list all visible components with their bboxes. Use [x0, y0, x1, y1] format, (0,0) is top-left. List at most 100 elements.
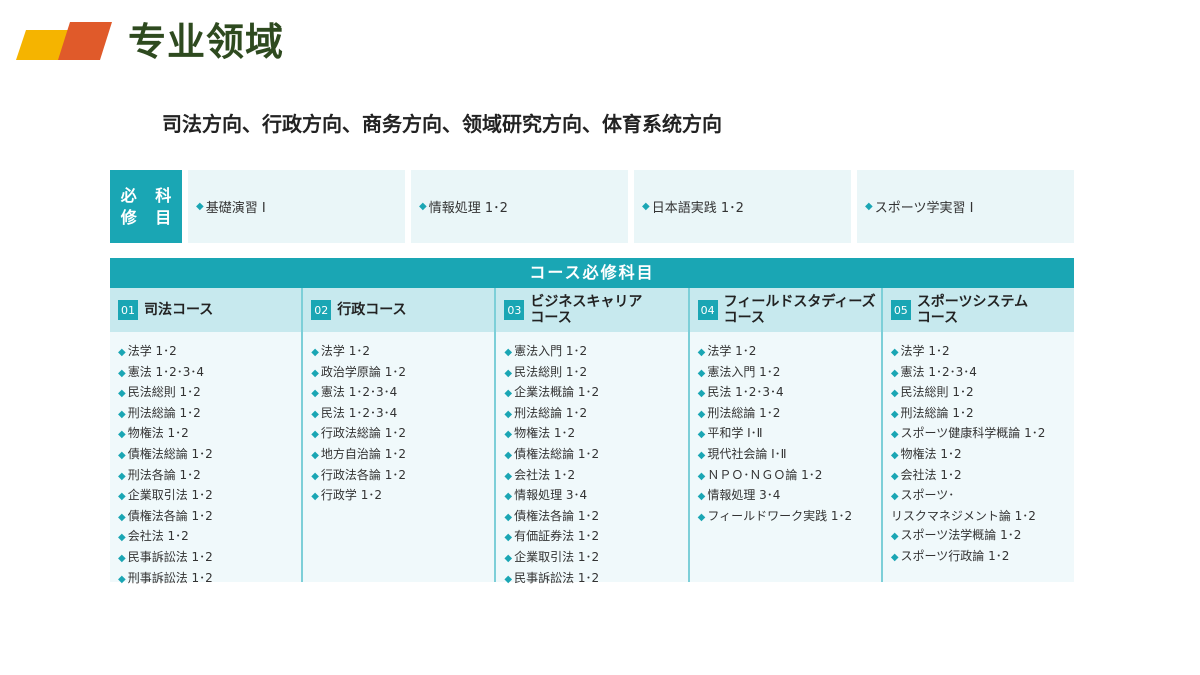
course-column-header: 02 行政コース — [303, 288, 495, 332]
subject-label: フィールドワーク実践 1･2 — [707, 508, 853, 523]
page-title: 专业领域 — [128, 19, 285, 64]
subject-label: ＮＰＯ･ＮＧＯ論 1･2 — [707, 467, 823, 482]
list-item: ◆ 物権法 1･2 — [891, 445, 1074, 466]
list-item: ◆ 企業取引法 1･2 — [118, 486, 301, 507]
list-item: ◆ 憲法 1･2･3･4 — [311, 383, 494, 404]
list-item: ◆ 民法総則 1･2 — [118, 383, 301, 404]
subject-label: スポーツ･ — [900, 488, 955, 503]
list-item: ◆ 債権法総論 1･2 — [504, 445, 687, 466]
subject-label: 民法総則 1･2 — [900, 385, 974, 400]
bullet-icon: ◆ — [504, 429, 513, 441]
list-item: ◆ 憲法 1･2･3･4 — [891, 363, 1074, 384]
subject-label: 物権法 1･2 — [900, 446, 962, 461]
list-item: リスクマネジメント論 1･2 — [891, 507, 1074, 527]
subject-label: 債権法総論 1･2 — [127, 446, 213, 461]
required-label-line1: 必修 — [120, 185, 140, 227]
bullet-icon: ◆ — [504, 491, 513, 503]
course-title: スポーツシステム コース — [916, 294, 1029, 326]
subject-label: スポーツ健康科学概論 1･2 — [900, 426, 1046, 441]
list-item: ◆ スポーツ･ — [891, 486, 1074, 507]
course-number-badge: 02 — [311, 300, 332, 320]
bullet-icon: ◆ — [118, 511, 126, 523]
list-item: ◆ 刑法総論 1･2 — [118, 404, 301, 425]
bullet-icon: ◆ — [504, 367, 513, 379]
logo-icon — [16, 22, 112, 60]
required-item-label: 日本語実践 1･2 — [651, 201, 744, 216]
list-item: ◆ 現代社会論 Ⅰ･Ⅱ — [698, 445, 881, 466]
bullet-icon: ◆ — [504, 552, 513, 564]
bullet-icon: ◆ — [697, 491, 706, 503]
list-item: ◆ 情報処理 3･4 — [698, 486, 881, 507]
subject-label: 民事訴訟法 1･2 — [127, 549, 213, 564]
required-item: ◆ 日本語実践 1･2 — [634, 170, 851, 243]
list-item: ◆ 民法総則 1･2 — [504, 363, 687, 384]
course-column-header: 03 ビジネスキャリア コース — [496, 288, 688, 332]
subject-label: 会社法 1･2 — [127, 529, 189, 544]
bullet-icon: ◆ — [118, 491, 126, 503]
list-item: ◆ 憲法 1･2･3･4 — [118, 363, 301, 384]
required-label-line2: 科目 — [155, 185, 175, 227]
list-item: ◆ 民法 1･2･3･4 — [698, 383, 881, 404]
course-number-badge: 03 — [504, 300, 525, 320]
required-item-label: 情報処理 1･2 — [428, 201, 508, 216]
list-item: ◆ 民事訴訟法 1･2 — [504, 569, 687, 590]
bullet-icon: ◆ — [890, 408, 899, 420]
bullet-icon: ◆ — [196, 201, 204, 212]
list-item: ◆ 民法 1･2･3･4 — [311, 404, 494, 425]
subject-label: 物権法 1･2 — [514, 426, 576, 441]
list-item: ◆ 法学 1･2 — [311, 342, 494, 363]
bullet-icon: ◆ — [890, 531, 899, 543]
subject-label: 刑法各論 1･2 — [127, 467, 201, 482]
bullet-icon: ◆ — [697, 429, 706, 441]
course-column: 02 行政コース ◆ 法学 1･2 ◆ 政治学原論 1･2 ◆ 憲法 1･2･3･4 ◆ 民法 1… — [303, 288, 497, 582]
bullet-icon: ◆ — [890, 449, 899, 461]
list-item: ◆ 平和学 Ⅰ･Ⅱ — [698, 424, 881, 445]
subject-label: 民法 1･2･3･4 — [707, 385, 784, 400]
bullet-icon: ◆ — [890, 347, 899, 358]
list-item: ◆ 政治学原論 1･2 — [311, 363, 494, 384]
subject-label: 法学 1･2 — [127, 344, 177, 358]
subject-label: 情報処理 3･4 — [514, 488, 588, 503]
subject-label: 刑法総論 1･2 — [900, 405, 974, 420]
list-item: ◆ 刑事訴訟法 1･2 — [118, 569, 301, 590]
list-item: ◆ 地方自治論 1･2 — [311, 445, 494, 466]
subject-label: リスクマネジメント論 1･2 — [890, 508, 1036, 523]
required-label: 必修 科目 — [110, 170, 182, 243]
bullet-icon: ◆ — [890, 551, 899, 563]
required-item-label: 基礎演習 Ⅰ — [205, 201, 266, 216]
bullet-icon: ◆ — [697, 408, 706, 420]
list-item: ◆ 会社法 1･2 — [504, 466, 687, 487]
bullet-icon: ◆ — [311, 367, 319, 379]
course-column: 04 フィールドスタディーズ コース ◆ 法学 1･2 ◆ 憲法入門 1･2 ◆ 民法 1･2… — [689, 288, 883, 582]
course-column-header: 05 スポーツシステム コース — [882, 288, 1075, 332]
required-subjects-row: 必修 科目 ◆ 基礎演習 Ⅰ ◆ 情報処理 1･2 ◆ 日本語実践 1･2 ◆ スポーツ… — [110, 170, 1074, 243]
list-item: ◆ 刑法総論 1･2 — [504, 404, 687, 425]
bullet-icon: ◆ — [311, 491, 319, 503]
subject-label: 企業取引法 1･2 — [127, 488, 213, 503]
subject-label: 企業法概論 1･2 — [514, 385, 600, 400]
list-item: ◆ 企業法概論 1･2 — [504, 383, 687, 404]
subject-label: 法学 1･2 — [707, 344, 757, 358]
list-item: ◆ 情報処理 3･4 — [504, 486, 687, 507]
list-item: ◆ 法学 1･2 — [891, 342, 1074, 363]
subject-label: 民事訴訟法 1･2 — [514, 570, 600, 585]
course-subject-list: ◆ 法学 1･2 ◆ 憲法 1･2･3･4 ◆ 民法総則 1･2 ◆ 刑法総論 1･2 ◆ スポー… — [883, 332, 1074, 568]
list-item: ◆ 刑法総論 1･2 — [891, 404, 1074, 425]
bullet-icon: ◆ — [504, 388, 513, 400]
list-item: ◆ 企業取引法 1･2 — [504, 548, 687, 569]
required-item-label: スポーツ学実習 Ⅰ — [874, 201, 974, 216]
subject-label: 憲法入門 1･2 — [707, 364, 781, 379]
subject-label: 平和学 Ⅰ･Ⅱ — [707, 426, 763, 441]
subject-label: 刑法総論 1･2 — [707, 405, 781, 420]
subject-label: 現代社会論 Ⅰ･Ⅱ — [707, 446, 787, 461]
bullet-icon: ◆ — [118, 470, 126, 482]
list-item: ◆ 刑法総論 1･2 — [698, 404, 881, 425]
subject-label: 行政法各論 1･2 — [320, 467, 406, 482]
bullet-icon: ◆ — [311, 347, 319, 358]
subject-label: 行政法総論 1･2 — [320, 426, 406, 441]
bullet-icon: ◆ — [865, 201, 873, 212]
list-item: ◆ 民法総則 1･2 — [891, 383, 1074, 404]
list-item: ◆ 会社法 1･2 — [118, 527, 301, 548]
list-item: ◆ 物権法 1･2 — [118, 424, 301, 445]
list-item: ◆ 債権法各論 1･2 — [504, 507, 687, 528]
